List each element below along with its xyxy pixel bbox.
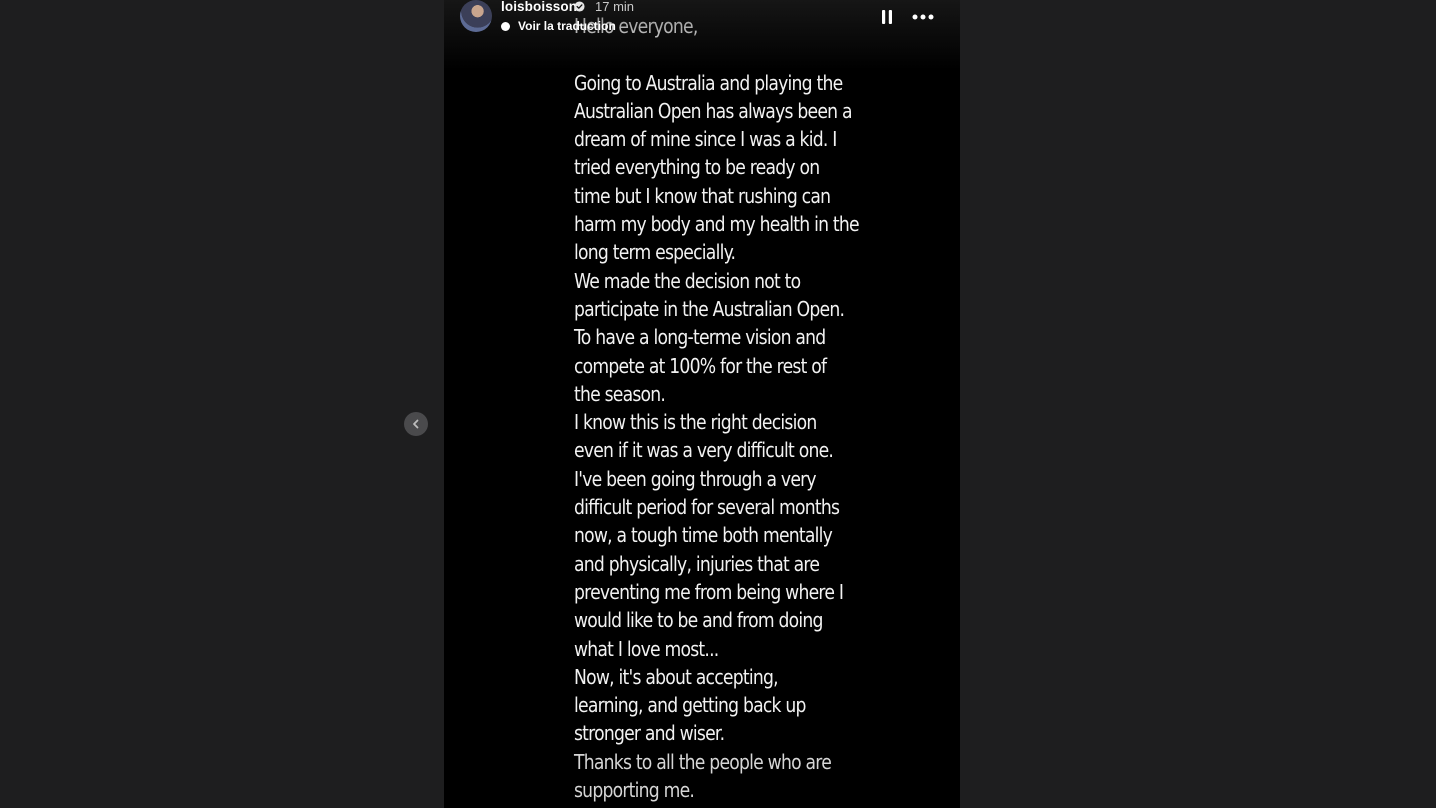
username[interactable]: loisboisson (501, 0, 577, 14)
story-header: loisboisson 17 min Voir la traduction (444, 0, 960, 70)
previous-story-button[interactable] (404, 412, 428, 436)
story-text-line: time but I know that rushing can (574, 183, 831, 208)
story-text-line: difficult period for several months (574, 495, 840, 520)
avatar[interactable] (460, 0, 492, 32)
chevron-left-icon (413, 419, 419, 429)
story-text-line: harm my body and my health in the (574, 212, 860, 237)
story-text-line: To have a long-terme vision and (574, 325, 826, 350)
story-text-line: I know this is the right decision (574, 410, 817, 435)
story-text-line: preventing me from being where I (574, 579, 844, 604)
story-text-line: Going to Australia and playing the (574, 70, 843, 95)
story-text-line: stronger and wiser. (574, 721, 725, 746)
translate-icon (501, 21, 510, 31)
story-text-line: what I love most... (574, 636, 719, 661)
story-text-line: tried everything to be ready on (574, 155, 820, 180)
story-text-line: now, a tough time both mentally (574, 523, 833, 548)
see-translation-label: Voir la traduction (518, 19, 616, 33)
story-text-line: would like to be and from doing (574, 608, 823, 633)
story-text-line: Now, it's about accepting, (574, 664, 779, 689)
pause-icon[interactable] (880, 9, 894, 25)
story-text-line: long term especially. (574, 240, 736, 265)
story-text-line: Australian Open has always been a (574, 98, 852, 123)
story-message: Hello everyone,Going to Australia and pl… (574, 12, 860, 804)
story-text-line: learning, and getting back up (574, 693, 806, 718)
story-text-line: participate in the Australian Open. (574, 296, 845, 321)
story-text-line: compete at 100% for the rest of (574, 353, 827, 378)
story-text-line: I've been going through a very (574, 466, 817, 491)
story-text-line: dream of mine since I was a kid. I (574, 127, 837, 152)
see-translation-button[interactable]: Voir la traduction (501, 19, 616, 33)
story-text-line: Thanks to all the people who are (574, 749, 832, 774)
story-frame[interactable]: loisboisson 17 min Voir la traduction He… (444, 0, 960, 808)
story-viewer: loisboisson 17 min Voir la traduction He… (0, 0, 1436, 808)
story-text-line: supporting me. (574, 778, 695, 803)
more-options-icon[interactable] (911, 9, 935, 25)
story-text-line: even if it was a very difficult one. (574, 438, 834, 463)
story-text-line: We made the decision not to (574, 268, 801, 293)
story-text-line: the season. (574, 381, 666, 406)
post-time: 17 min (595, 0, 635, 14)
story-text-line: and physically, injuries that are (574, 551, 820, 576)
verified-badge-icon (574, 1, 585, 12)
